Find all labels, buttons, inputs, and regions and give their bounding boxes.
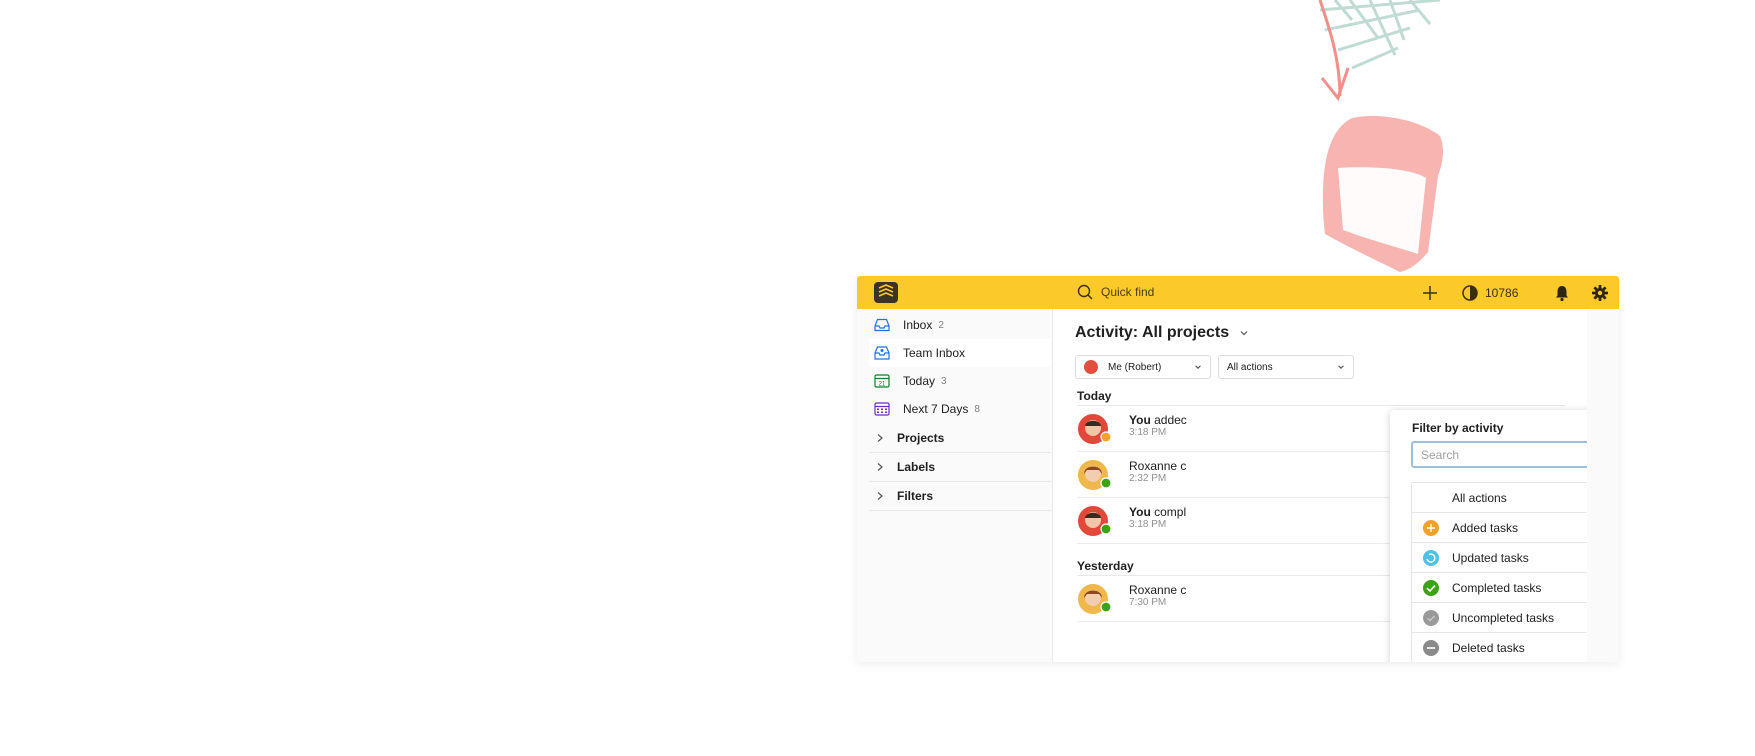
sidebar-item-inbox[interactable]: Inbox 2: [869, 311, 1051, 339]
app-window: Quick find 10786 Inbox 2 Team Inbox 21 T…: [857, 276, 1619, 662]
sidebar-group-label: Filters: [897, 489, 934, 503]
avatar: [1078, 460, 1111, 490]
option-label: Deleted tasks: [1452, 640, 1525, 655]
quick-find[interactable]: Quick find: [1077, 284, 1154, 300]
action-filter-dropdown[interactable]: All actions: [1218, 355, 1354, 379]
quick-find-label: Quick find: [1101, 285, 1155, 299]
chevron-right-icon: [877, 492, 883, 500]
sidebar-item-team-inbox[interactable]: Team Inbox: [869, 339, 1051, 367]
action-filter-label: All actions: [1227, 361, 1273, 373]
karma-counter[interactable]: 10786: [1461, 284, 1518, 302]
right-gutter: [1587, 309, 1619, 662]
sidebar-group-label: Labels: [897, 460, 936, 474]
activity-time: 3:18 PM: [1129, 427, 1167, 438]
team-inbox-icon: [874, 346, 890, 360]
sidebar-group-labels[interactable]: Labels: [869, 453, 1051, 482]
search-icon: [1077, 284, 1093, 300]
activity-panel: Activity: All projects Me (Robert) All a…: [1053, 309, 1619, 662]
activity-text: You compl: [1129, 505, 1187, 519]
section-heading-today: Today: [1077, 389, 1112, 403]
sidebar-group-filters[interactable]: Filters: [869, 482, 1051, 511]
sidebar-item-today[interactable]: 21 Today 3: [869, 367, 1051, 395]
app-logo-icon[interactable]: [874, 282, 898, 303]
add-task-icon[interactable]: [1421, 284, 1439, 302]
sidebar-item-label: Next 7 Days: [903, 402, 969, 416]
svg-text:21: 21: [879, 382, 886, 388]
option-label: Updated tasks: [1452, 550, 1529, 565]
sidebar-item-next-7-days[interactable]: Next 7 Days 8: [869, 395, 1051, 423]
activity-time: 2:32 PM: [1129, 473, 1167, 484]
gear-icon[interactable]: [1591, 284, 1609, 302]
user-filter-label: Me (Robert): [1108, 361, 1162, 373]
filter-by-activity-popup: Filter by activity All actions Added tas…: [1390, 410, 1619, 662]
chevron-right-icon: [877, 463, 883, 471]
page-title[interactable]: Activity: All projects: [1075, 324, 1249, 342]
section-heading-yesterday: Yesterday: [1077, 559, 1134, 573]
uncomplete-circle-icon: [1423, 609, 1439, 626]
activity-text: Roxanne c: [1129, 459, 1187, 473]
sidebar-item-count: 2: [938, 319, 944, 331]
avatar: [1084, 360, 1098, 374]
update-circle-icon: [1423, 549, 1439, 566]
grid-doodle: [1319, 0, 1441, 70]
inbox-icon: [874, 318, 890, 332]
sidebar-group-projects[interactable]: Projects: [869, 424, 1051, 453]
avatar: [1078, 414, 1111, 444]
chevron-right-icon: [877, 434, 883, 442]
karma-value: 10786: [1485, 286, 1519, 300]
sidebar-item-label: Inbox: [903, 318, 933, 332]
sidebar-item-label: Today: [903, 374, 936, 388]
option-label: All actions: [1452, 490, 1507, 505]
activity-time: 7:30 PM: [1129, 597, 1167, 608]
activity-text: You addec: [1129, 413, 1187, 427]
chevron-down-icon: [1195, 365, 1201, 369]
sidebar-group-label: Projects: [897, 431, 945, 445]
activity-time: 3:18 PM: [1129, 519, 1167, 530]
sidebar-item-count: 8: [974, 403, 980, 415]
chevron-down-icon: [1338, 365, 1344, 369]
option-label: Added tasks: [1452, 520, 1519, 535]
option-label: Completed tasks: [1452, 580, 1542, 595]
calendar-week-icon: [874, 402, 890, 416]
option-label: Uncompleted tasks: [1452, 610, 1555, 625]
karma-icon: [1462, 285, 1478, 301]
sidebar-item-label: Team Inbox: [903, 346, 966, 360]
sidebar-item-count: 3: [941, 375, 947, 387]
user-filter-dropdown[interactable]: Me (Robert): [1075, 355, 1211, 379]
bell-icon[interactable]: [1553, 284, 1571, 302]
pink-card-doodle: [1322, 116, 1444, 272]
calendar-today-icon: 21: [874, 374, 890, 388]
avatar: [1078, 584, 1111, 614]
page-title-text: Activity: All projects: [1075, 324, 1230, 341]
sidebar: Inbox 2 Team Inbox 21 Today 3 Next 7 Day…: [857, 309, 1053, 662]
popup-title: Filter by activity: [1412, 421, 1504, 435]
activity-text: Roxanne c: [1129, 583, 1187, 597]
avatar: [1078, 506, 1111, 536]
check-circle-icon: [1423, 579, 1439, 596]
minus-circle-icon: [1423, 639, 1439, 656]
added-status-icon: [1100, 431, 1111, 443]
top-bar: Quick find 10786: [857, 276, 1619, 309]
plus-circle-icon: [1423, 519, 1439, 536]
chevron-down-icon: [1240, 331, 1248, 336]
